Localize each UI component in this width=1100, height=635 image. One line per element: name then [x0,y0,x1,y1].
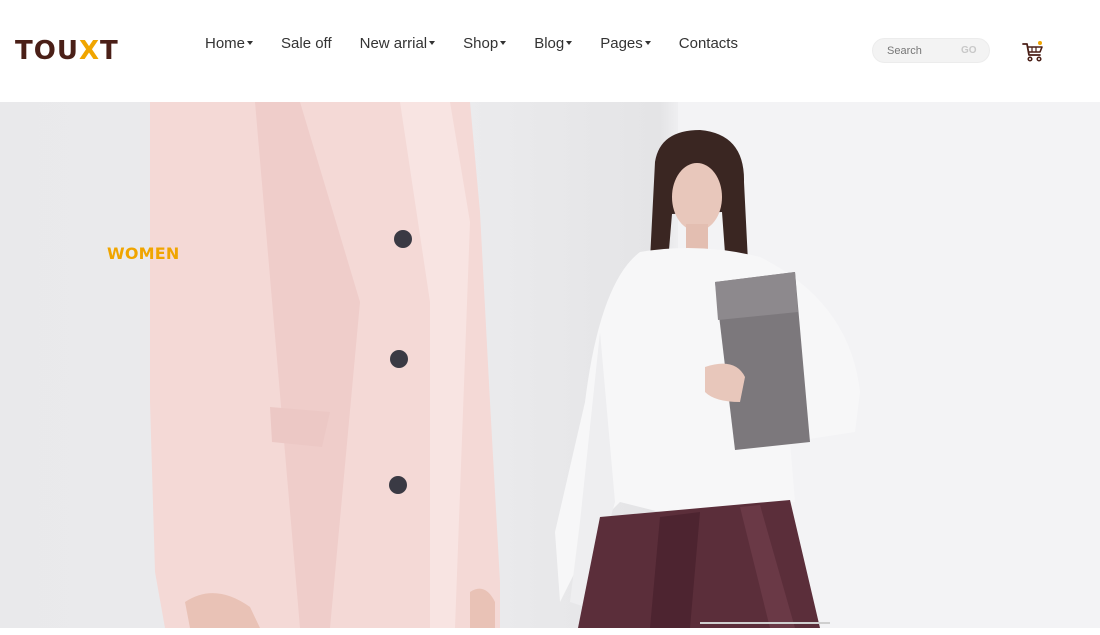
site-header: TOU X T Home Sale off New arrial Shop Blog… [0,0,1100,102]
nav-item-pages[interactable]: Pages [600,32,651,54]
search-box: GO [872,38,990,63]
caret-down-icon [500,41,507,45]
main-nav: Home Sale off New arrial Shop Blog Pages… [205,32,766,54]
caret-down-icon [247,41,254,45]
search-go-button[interactable]: GO [961,45,977,56]
caret-down-icon [429,41,436,45]
nav-item-label: Contacts [678,34,738,52]
nav-item-label: Blog [534,34,565,52]
logo-text-right: T [100,36,119,66]
slider-indicator[interactable] [700,622,830,624]
nav-item-label: Sale off [281,34,332,52]
nav-item-label: Pages [600,34,643,52]
nav-item-blog[interactable]: Blog [534,32,573,54]
hero-category-label[interactable]: WOMEN [107,244,180,263]
hero-image [150,102,1100,628]
nav-item-sale-off[interactable]: Sale off [281,32,332,54]
nav-item-label: New arrial [359,34,428,52]
nav-item-home[interactable]: Home [205,32,254,54]
nav-item-label: Shop [463,34,499,52]
caret-down-icon [644,41,651,45]
hero-banner[interactable]: WOMEN [0,102,1100,628]
search-input[interactable] [873,39,961,62]
page-bottom-strip [0,628,1100,635]
shopping-cart-icon[interactable] [1020,38,1046,64]
nav-item-label: Home [205,34,246,52]
nav-item-shop[interactable]: Shop [463,32,507,54]
caret-down-icon [566,41,573,45]
nav-item-contacts[interactable]: Contacts [679,32,738,54]
logo-mark: X [78,36,100,66]
logo-text-left: TOU [15,36,79,66]
site-logo[interactable]: TOU X T [15,36,119,66]
nav-item-new-arrival[interactable]: New arrial [360,32,436,54]
